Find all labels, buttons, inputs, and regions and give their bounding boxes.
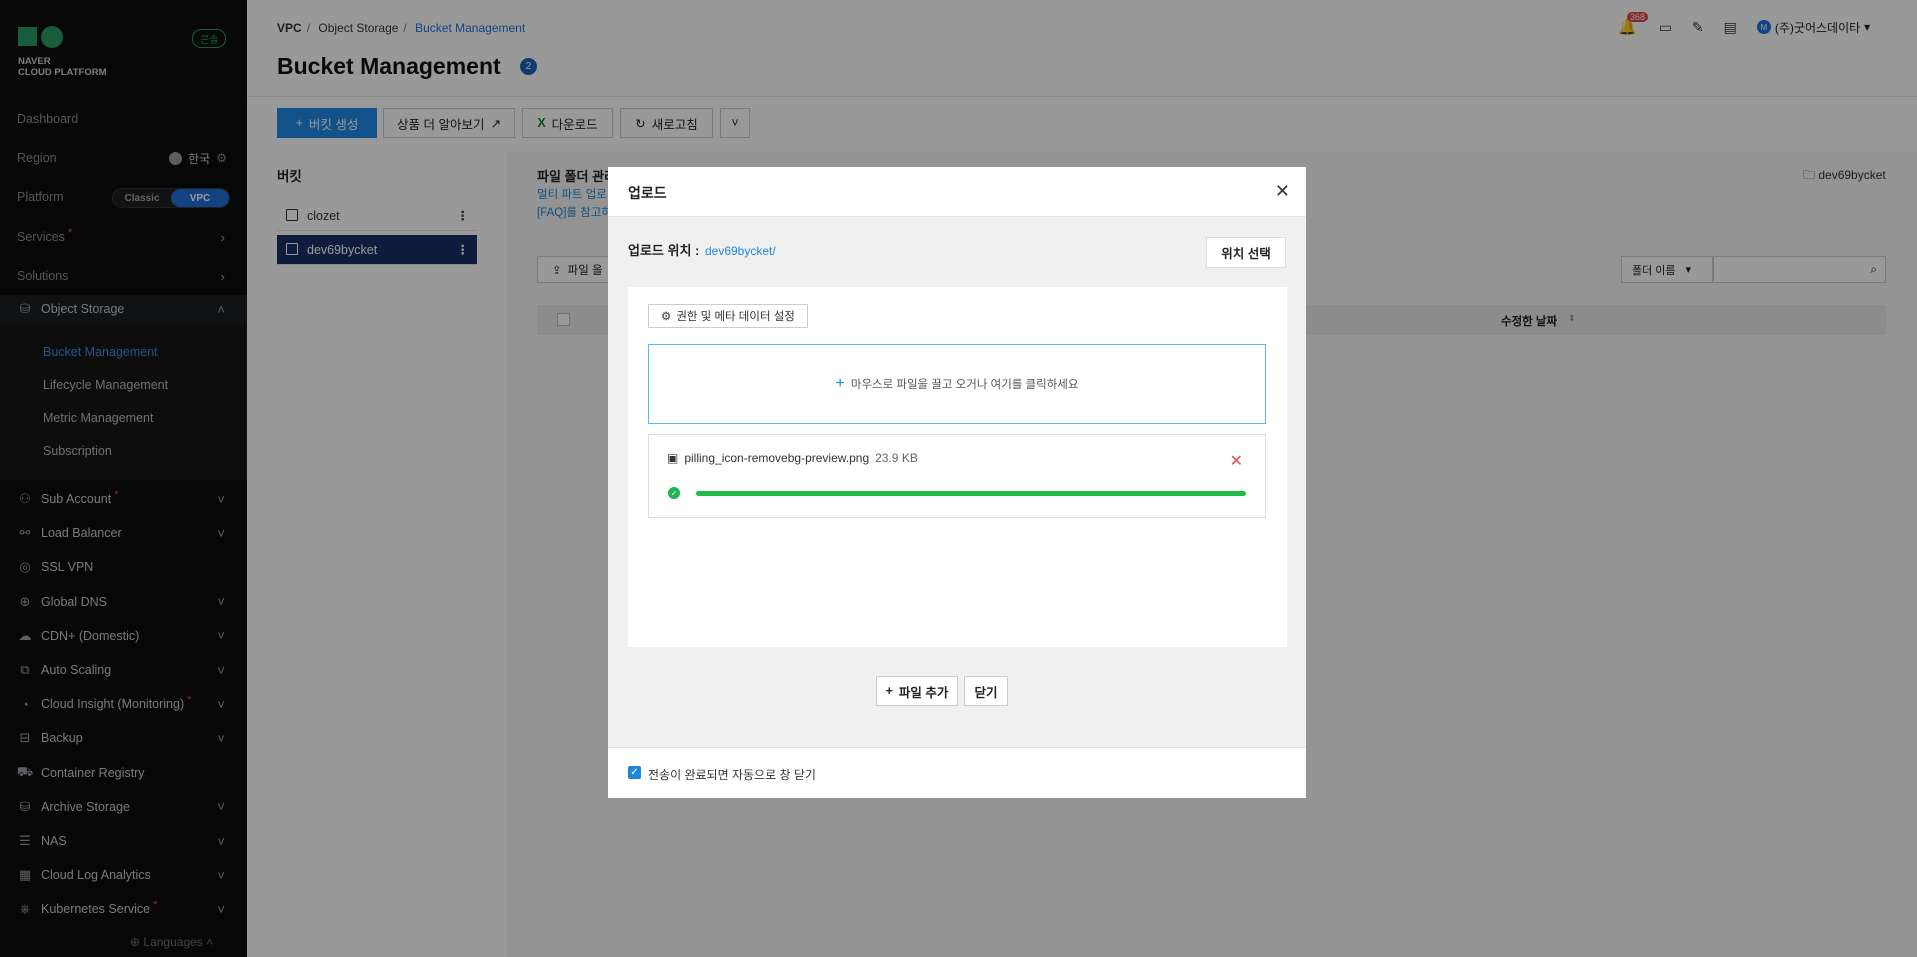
upload-area: ⚙ 권한 및 메타 데이터 설정 + 마우스로 파일을 끌고 오거나 여기를 클릭하… <box>628 287 1287 647</box>
close-button[interactable]: 닫기 <box>964 676 1008 706</box>
modal-title: 업로드 <box>628 185 667 201</box>
file-size: 23.9 KB <box>875 451 918 465</box>
upload-location: 업로드 위치 : dev69bycket/ <box>628 240 776 259</box>
upload-location-value: dev69bycket/ <box>704 244 776 258</box>
upload-location-label: 업로드 위치 : <box>628 243 700 258</box>
add-file-label: 파일 추가 <box>898 685 949 700</box>
upload-progress-fill <box>696 491 1246 496</box>
remove-file-icon[interactable]: ✕ <box>1230 451 1243 471</box>
select-location-button[interactable]: 위치 선택 <box>1206 237 1286 268</box>
file-drop-zone[interactable]: + 마우스로 파일을 끌고 오거나 여기를 클릭하세요 <box>648 344 1266 424</box>
modal-header: 업로드 ✕ <box>608 167 1306 217</box>
modal-footer: ✓ 전송이 완료되면 자동으로 창 닫기 <box>608 747 1306 798</box>
permission-metadata-label: 권한 및 메타 데이터 설정 <box>676 311 795 323</box>
settings-icon: ⚙ <box>661 311 672 323</box>
drop-zone-text: 마우스로 파일을 끌고 오거나 여기를 클릭하세요 <box>850 379 1079 391</box>
file-name: pilling_icon-removebg-preview.png <box>684 451 870 465</box>
upload-progress-bar <box>696 491 1246 496</box>
plus-icon: + <box>885 684 893 698</box>
permission-metadata-button[interactable]: ⚙ 권한 및 메타 데이터 설정 <box>648 304 808 328</box>
upload-complete-icon: ✓ <box>668 487 680 499</box>
add-file-button[interactable]: + 파일 추가 <box>876 676 958 706</box>
upload-modal: 업로드 ✕ 업로드 위치 : dev69bycket/ 위치 선택 ⚙ 권한 및 … <box>608 167 1306 798</box>
plus-icon: + <box>835 375 845 392</box>
auto-close-label[interactable]: 전송이 완료되면 자동으로 창 닫기 <box>648 766 816 783</box>
upload-file-item: ▣ pilling_icon-removebg-preview.png 23.9… <box>648 434 1266 518</box>
image-file-icon: ▣ <box>667 451 679 465</box>
file-info: ▣ pilling_icon-removebg-preview.png 23.9… <box>667 451 918 465</box>
close-icon[interactable]: ✕ <box>1275 181 1290 202</box>
auto-close-checkbox[interactable]: ✓ <box>628 766 641 779</box>
